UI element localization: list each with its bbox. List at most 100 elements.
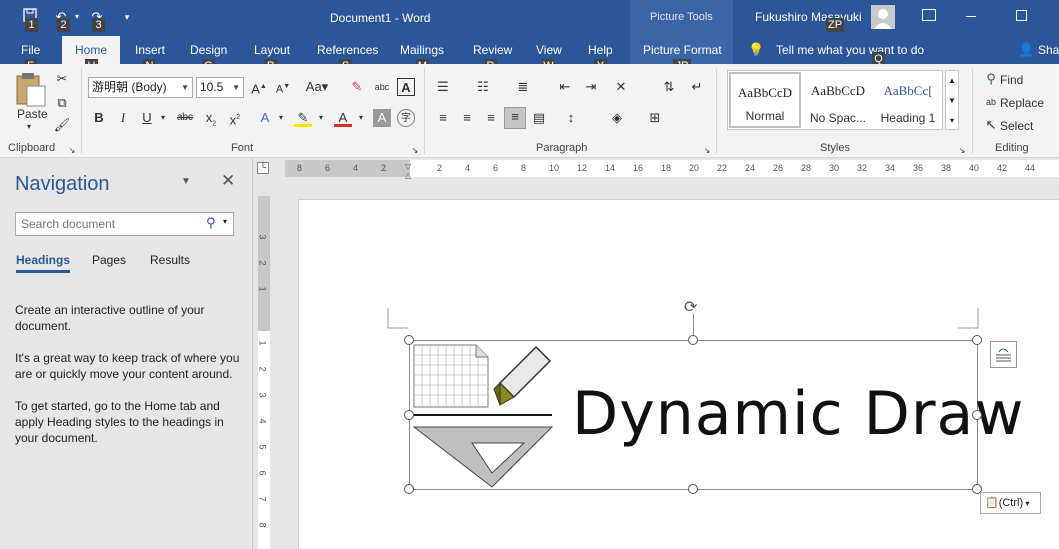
keytip-qa1: 1	[25, 18, 38, 32]
increase-indent-icon[interactable]: ⇥	[582, 78, 600, 96]
font-name-combo[interactable]: 游明朝 (Body) ▼	[88, 77, 193, 98]
sort-icon[interactable]: ⇅	[660, 78, 678, 96]
line-spacing-icon[interactable]: ↕	[562, 109, 580, 127]
find-button[interactable]: Find	[1000, 73, 1023, 87]
vruler-tick-label: 3	[257, 234, 268, 240]
chevron-down-icon: ▼	[232, 83, 240, 92]
selected-picture[interactable]: Dynamic Draw	[409, 340, 1023, 490]
bold-icon[interactable]: B	[90, 109, 108, 127]
font-color-icon[interactable]: A	[334, 109, 352, 127]
share-button[interactable]: Share	[1036, 36, 1059, 64]
search-dropdown-icon[interactable]: ▾	[223, 217, 227, 226]
font-launcher-icon[interactable]: ↘	[410, 142, 420, 155]
decrease-indent-icon[interactable]: ⇤	[556, 78, 574, 96]
font-color-dropdown-icon[interactable]: ▾	[352, 109, 370, 127]
find-icon[interactable]: ⚲	[982, 70, 1000, 88]
paste-icon[interactable]	[14, 72, 48, 108]
style-normal[interactable]: AaBbCcD Normal	[729, 72, 801, 128]
font-size-combo[interactable]: 10.5 ▼	[196, 77, 244, 98]
layout-options-icon[interactable]	[990, 341, 1017, 368]
search-icon[interactable]: ⚲	[206, 215, 216, 231]
resize-handle[interactable]	[688, 484, 698, 494]
paste-options-button[interactable]: 📋(Ctrl) ▾	[980, 492, 1041, 514]
change-case-icon[interactable]: Aa▾	[304, 78, 330, 96]
asian-layout-icon[interactable]: ✕	[612, 78, 630, 96]
cut-icon[interactable]: ✂	[53, 70, 71, 88]
resize-handle[interactable]	[972, 335, 982, 345]
ruler-tick-label: 38	[941, 163, 952, 173]
resize-handle[interactable]	[404, 335, 414, 345]
enclose-characters-icon[interactable]: 字	[397, 109, 415, 127]
align-left-icon[interactable]: ≡	[434, 109, 452, 127]
resize-handle[interactable]	[404, 484, 414, 494]
copy-icon[interactable]: ⧉	[53, 94, 71, 112]
customize-qat-icon[interactable]: ▾	[118, 8, 136, 26]
ruler-tick-label: 2	[381, 163, 387, 173]
share-icon[interactable]: 👤	[1018, 42, 1034, 58]
paste-dropdown-icon[interactable]: ▾	[27, 122, 31, 131]
ruler-tick-label: 30	[829, 163, 840, 173]
phonetic-guide-icon[interactable]: abc	[373, 78, 391, 96]
highlight-dropdown-icon[interactable]: ▾	[312, 109, 330, 127]
replace-button[interactable]: Replace	[1000, 96, 1044, 110]
vruler-tick-label: 3	[257, 392, 268, 398]
character-border-icon[interactable]: A	[397, 78, 415, 96]
borders-icon[interactable]: ⊞	[646, 109, 664, 127]
styles-launcher-icon[interactable]: ↘	[957, 142, 967, 155]
justify-icon[interactable]: ≡	[504, 107, 526, 129]
tab-headings[interactable]: Headings	[16, 253, 71, 273]
resize-handle[interactable]	[688, 335, 698, 345]
shrink-font-icon[interactable]: A▼	[274, 78, 292, 96]
user-name[interactable]: Fukushiro Masayuki	[755, 10, 862, 24]
close-icon[interactable]: ✕	[221, 171, 235, 191]
underline-dropdown-icon[interactable]: ▾	[154, 109, 172, 127]
minimize-icon[interactable]	[966, 16, 976, 17]
superscript-icon[interactable]: x2	[226, 109, 244, 127]
indent-marker-icon[interactable]: ▽ △	[405, 162, 411, 180]
show-hide-marks-icon[interactable]: ↵	[688, 78, 706, 96]
style-heading-1[interactable]: AaBbCc[Heading 1	[872, 72, 944, 128]
paste-label[interactable]: Paste	[17, 107, 48, 121]
format-painter-icon[interactable]: 🖌	[53, 116, 71, 134]
multilevel-list-icon[interactable]: ≣	[514, 78, 532, 96]
clipboard-launcher-icon[interactable]: ↘	[67, 142, 77, 155]
subscript-icon[interactable]: x2	[202, 109, 220, 128]
numbering-icon[interactable]: ☷	[474, 78, 492, 96]
tab-results[interactable]: Results	[150, 253, 190, 267]
grow-font-icon[interactable]: A▲	[250, 78, 268, 96]
text-effects-dropdown-icon[interactable]: ▾	[272, 109, 290, 127]
shading-icon[interactable]: ◈	[608, 109, 626, 127]
maximize-icon[interactable]	[1016, 10, 1027, 21]
rotate-handle-icon[interactable]: ⟳	[684, 297, 697, 317]
search-document-field[interactable]: ⚲ ▾	[15, 212, 234, 236]
clear-formatting-icon[interactable]: ✎	[348, 78, 366, 96]
select-icon[interactable]: ↖	[982, 116, 1000, 134]
ruler-tick-label: 6	[325, 163, 331, 173]
strikethrough-icon[interactable]: abc	[176, 109, 194, 127]
select-button[interactable]: Select	[1000, 119, 1033, 133]
align-right-icon[interactable]: ≡	[482, 109, 500, 127]
styles-scroll[interactable]: ▲ ▼ ▾	[945, 70, 959, 130]
replace-icon[interactable]: ab	[982, 93, 1000, 111]
paragraph-launcher-icon[interactable]: ↘	[702, 142, 712, 155]
distributed-icon[interactable]: ▤	[530, 109, 548, 127]
ribbon-tabs: File Home Insert Design Layout Reference…	[0, 36, 1059, 73]
search-input[interactable]	[21, 214, 201, 234]
character-shading-icon[interactable]: A	[373, 109, 391, 127]
tab-selector[interactable]: └	[257, 162, 269, 174]
resize-handle[interactable]	[972, 410, 982, 420]
avatar[interactable]	[871, 5, 895, 29]
bullets-icon[interactable]: ☰	[434, 78, 452, 96]
undo-dropdown-icon[interactable]: ▾	[68, 8, 86, 26]
ribbon-display-options-icon[interactable]	[922, 9, 936, 21]
tell-me-search[interactable]: Tell me what you want to do	[774, 36, 926, 64]
tab-pages[interactable]: Pages	[92, 253, 126, 267]
align-center-icon[interactable]: ≡	[458, 109, 476, 127]
italic-icon[interactable]: I	[114, 109, 132, 127]
highlight-icon[interactable]: ✎	[294, 109, 312, 127]
style-no-spacing[interactable]: AaBbCcD No Spac...	[802, 72, 874, 128]
keytip-zp: ZP	[826, 18, 844, 32]
style-preview: AaBbCc[	[883, 83, 933, 98]
resize-handle[interactable]	[404, 410, 414, 420]
nav-options-dropdown-icon[interactable]: ▼	[181, 176, 191, 187]
